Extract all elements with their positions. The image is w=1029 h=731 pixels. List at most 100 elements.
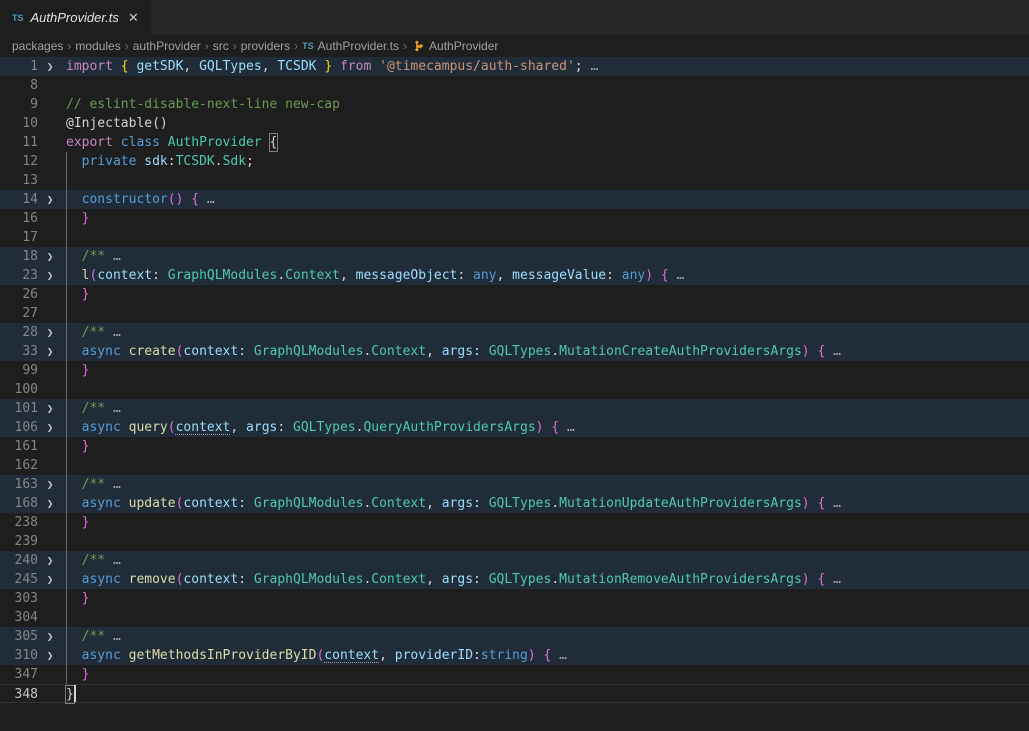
code-content[interactable]: async create(context: GraphQLModules.Con… — [62, 342, 1029, 361]
token — [113, 59, 121, 74]
fold-chevron-icon[interactable]: ❯ — [38, 342, 62, 361]
token: : — [457, 268, 473, 283]
token: args — [442, 344, 473, 359]
code-line-13: 13 — [0, 171, 1029, 190]
token: Context — [285, 268, 340, 283]
code-content[interactable]: /** … — [62, 475, 1029, 494]
code-content[interactable]: async remove(context: GraphQLModules.Con… — [62, 570, 1029, 589]
code-content[interactable]: private sdk:TCSDK.Sdk; — [62, 152, 1029, 171]
code-content[interactable] — [62, 608, 1029, 627]
token: , — [426, 496, 442, 511]
code-line-245: 245❯ async remove(context: GraphQLModule… — [0, 570, 1029, 589]
breadcrumb-item-modules[interactable]: modules — [75, 39, 120, 53]
token: class — [121, 135, 160, 150]
fold-chevron-icon[interactable]: ❯ — [38, 570, 62, 589]
gutter: 305❯ — [0, 627, 62, 646]
line-number: 12 — [0, 152, 38, 171]
code-line-240: 240❯ /** … — [0, 551, 1029, 570]
token: } — [82, 591, 90, 606]
token: ; — [575, 59, 583, 74]
fold-chevron-icon[interactable]: ❯ — [38, 551, 62, 570]
token — [66, 648, 82, 663]
code-content[interactable]: async query(context, args: GQLTypes.Quer… — [62, 418, 1029, 437]
code-content[interactable]: // eslint-disable-next-line new-cap — [62, 95, 1029, 114]
token: : — [238, 344, 254, 359]
code-content[interactable]: async update(context: GraphQLModules.Con… — [62, 494, 1029, 513]
code-content[interactable]: } — [62, 361, 1029, 380]
gutter: 33❯ — [0, 342, 62, 361]
code-content[interactable]: } — [62, 685, 1029, 702]
breadcrumb-item-packages[interactable]: packages — [12, 39, 63, 53]
token: export — [66, 135, 113, 150]
code-content[interactable] — [62, 304, 1029, 323]
fold-chevron-icon[interactable]: ❯ — [38, 399, 62, 418]
token — [66, 325, 82, 340]
code-content[interactable] — [62, 380, 1029, 399]
code-content[interactable]: l(context: GraphQLModules.Context, messa… — [62, 266, 1029, 285]
breadcrumb-label: packages — [12, 39, 63, 53]
code-content[interactable]: } — [62, 209, 1029, 228]
line-number: 239 — [0, 532, 38, 551]
fold-chevron-icon[interactable]: ❯ — [38, 190, 62, 209]
code-content[interactable] — [62, 456, 1029, 475]
code-content[interactable]: async getMethodsInProviderByID(context, … — [62, 646, 1029, 665]
breadcrumb-item-authprovider[interactable]: AuthProvider — [411, 39, 498, 53]
fold-chevron-icon[interactable]: ❯ — [38, 266, 62, 285]
code-content[interactable]: /** … — [62, 551, 1029, 570]
code-content[interactable]: } — [62, 589, 1029, 608]
code-content[interactable]: /** … — [62, 399, 1029, 418]
breadcrumb-item-providers[interactable]: providers — [241, 39, 290, 53]
token: { — [551, 420, 559, 435]
code-content[interactable]: /** … — [62, 323, 1029, 342]
code-content[interactable]: /** … — [62, 247, 1029, 266]
code-content[interactable]: @Injectable() — [62, 114, 1029, 133]
code-content[interactable]: constructor() { … — [62, 190, 1029, 209]
line-number: 310 — [0, 646, 38, 665]
token: '@timecampus/auth-shared' — [379, 59, 575, 74]
token — [332, 59, 340, 74]
breadcrumb-item-authprovider[interactable]: authProvider — [133, 39, 201, 53]
breadcrumb-item-src[interactable]: src — [213, 39, 229, 53]
code-content[interactable]: /** … — [62, 627, 1029, 646]
token: string — [481, 648, 528, 663]
code-content[interactable] — [62, 171, 1029, 190]
line-number: 10 — [0, 114, 38, 133]
token: : — [277, 420, 293, 435]
fold-chevron-icon[interactable]: ❯ — [38, 57, 62, 76]
fold-spacer — [38, 152, 62, 171]
fold-chevron-icon[interactable]: ❯ — [38, 247, 62, 266]
fold-chevron-icon[interactable]: ❯ — [38, 418, 62, 437]
code-content[interactable]: } — [62, 665, 1029, 684]
code-line-162: 162 — [0, 456, 1029, 475]
close-tab-icon[interactable]: ✕ — [126, 10, 141, 26]
token — [66, 249, 82, 264]
code-content[interactable]: } — [62, 513, 1029, 532]
code-content[interactable] — [62, 76, 1029, 95]
typescript-file-icon: TS — [12, 13, 24, 23]
token: … — [105, 477, 121, 492]
fold-chevron-icon[interactable]: ❯ — [38, 494, 62, 513]
fold-spacer — [38, 532, 62, 551]
code-content[interactable]: import { getSDK, GQLTypes, TCSDK } from … — [62, 57, 1029, 76]
line-number: 18 — [0, 247, 38, 266]
typescript-file-icon: TS — [302, 41, 314, 51]
code-content[interactable]: } — [62, 437, 1029, 456]
token: : — [473, 496, 489, 511]
fold-chevron-icon[interactable]: ❯ — [38, 475, 62, 494]
code-content[interactable]: export class AuthProvider { — [62, 133, 1029, 152]
code-content[interactable] — [62, 532, 1029, 551]
breadcrumb-item-authprovider-ts[interactable]: TSAuthProvider.ts — [302, 39, 399, 53]
code-content[interactable] — [62, 228, 1029, 247]
token: () — [168, 192, 184, 207]
gutter: 11 — [0, 133, 62, 152]
code-content[interactable]: } — [62, 285, 1029, 304]
line-number: 168 — [0, 494, 38, 513]
code-editor[interactable]: 1❯import { getSDK, GQLTypes, TCSDK } fro… — [0, 57, 1029, 703]
fold-chevron-icon[interactable]: ❯ — [38, 646, 62, 665]
tab-authprovider-ts[interactable]: TS AuthProvider.ts ✕ — [0, 0, 151, 35]
fold-chevron-icon[interactable]: ❯ — [38, 627, 62, 646]
fold-chevron-icon[interactable]: ❯ — [38, 323, 62, 342]
code-line-347: 347 } — [0, 665, 1029, 684]
token: Context — [371, 572, 426, 587]
token: … — [105, 325, 121, 340]
